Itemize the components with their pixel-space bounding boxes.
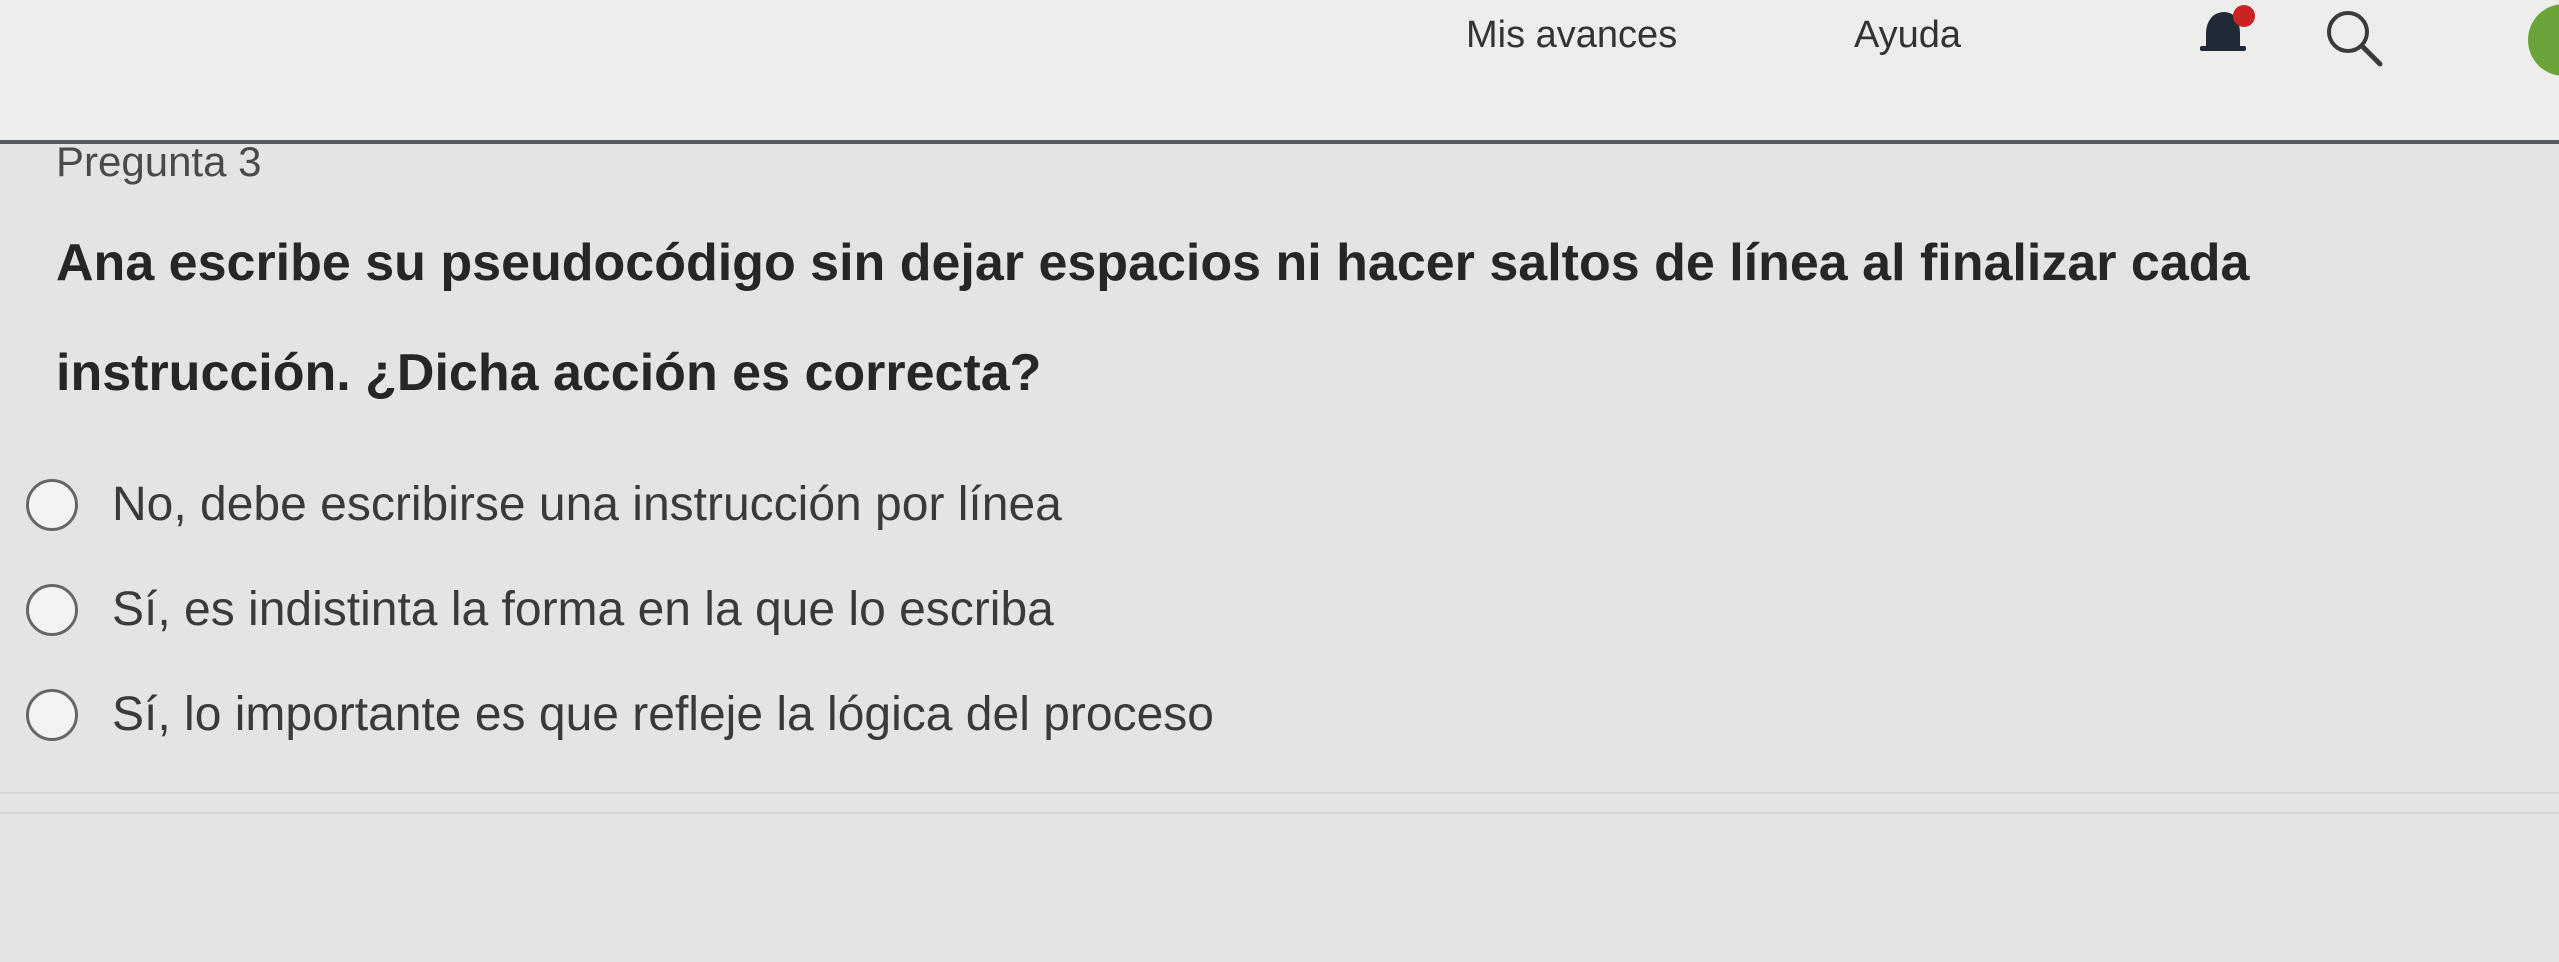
question-text: Ana escribe su pseudocódigo sin dejar es…: [56, 234, 2250, 402]
answer-option-2[interactable]: Sí, es indistinta la forma en la que lo …: [26, 557, 1214, 662]
nav-link-help[interactable]: Ayuda: [1854, 14, 1961, 57]
radio-button[interactable]: [26, 478, 78, 531]
notification-badge: [2233, 5, 2255, 27]
answer-option-1[interactable]: No, debe escribirse una instrucción por …: [26, 452, 1214, 557]
divider: [0, 792, 2559, 794]
bell-icon[interactable]: [2194, 4, 2264, 62]
option-label: Sí, es indistinta la forma en la que lo …: [112, 583, 1054, 636]
answer-options: No, debe escribirse una instrucción por …: [26, 452, 1214, 767]
top-navigation-bar: Mis avances Ayuda: [0, 0, 2559, 140]
header-divider: [0, 140, 2559, 144]
question-number: Pregunta 3: [56, 138, 262, 185]
radio-button[interactable]: [26, 583, 78, 636]
answer-option-3[interactable]: Sí, lo importante es que refleje la lógi…: [26, 662, 1214, 767]
radio-button[interactable]: [26, 688, 78, 741]
option-label: Sí, lo importante es que refleje la lógi…: [112, 688, 1214, 741]
option-label: No, debe escribirse una instrucción por …: [112, 478, 1062, 531]
avatar[interactable]: [2528, 4, 2559, 76]
search-icon[interactable]: [2318, 6, 2398, 72]
nav-link-progress[interactable]: Mis avances: [1466, 14, 1677, 57]
divider: [0, 812, 2559, 814]
